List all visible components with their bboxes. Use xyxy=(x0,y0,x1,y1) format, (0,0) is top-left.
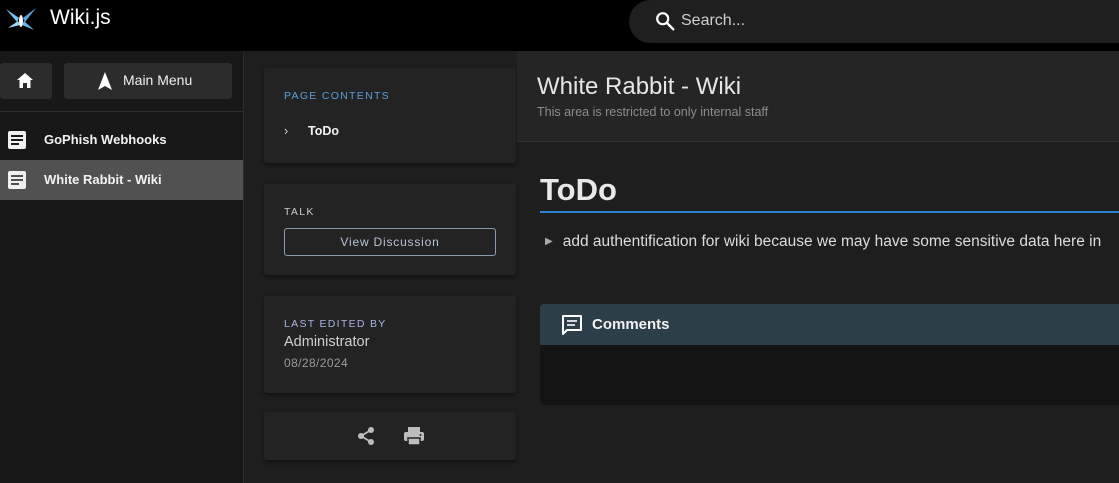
list-item: ▶ add authentification for wiki because w… xyxy=(545,233,1101,251)
talk-heading: TALK xyxy=(284,206,315,218)
list-item-text: add authentification for wiki because we… xyxy=(562,233,1102,250)
editor-name: Administrator xyxy=(284,334,370,350)
comments-body xyxy=(540,345,1119,405)
comments-label: Comments xyxy=(592,316,670,333)
page-contents-heading: PAGE CONTENTS xyxy=(284,90,390,102)
page-subtitle: This area is restricted to only internal… xyxy=(537,105,769,119)
document-icon xyxy=(8,131,26,149)
chevron-right-icon: › xyxy=(284,124,289,138)
sidebar-divider xyxy=(0,111,243,112)
sidebar-item-label: White Rabbit - Wiki xyxy=(44,172,162,187)
edit-date: 08/28/2024 xyxy=(284,356,349,370)
sidebar-item-white-rabbit-wiki[interactable]: White Rabbit - Wiki xyxy=(0,160,243,200)
sidebar-item-gophish-webhooks[interactable]: GoPhish Webhooks xyxy=(0,120,243,160)
navigation-arrow-icon xyxy=(98,72,112,90)
sidebar-item-label: GoPhish Webhooks xyxy=(44,132,167,147)
print-icon[interactable] xyxy=(403,426,425,446)
search-icon xyxy=(656,12,675,31)
main-menu-button[interactable]: Main Menu xyxy=(64,63,232,99)
last-edited-heading: LAST EDITED BY xyxy=(284,318,387,330)
sidebar: Main Menu GoPhish Webhooks White Rabbit … xyxy=(0,51,244,483)
search-bar[interactable] xyxy=(629,0,1119,43)
page-contents-card: PAGE CONTENTS › ToDo xyxy=(264,68,516,163)
home-icon xyxy=(17,73,33,88)
toc-item-label: ToDo xyxy=(308,124,340,138)
search-input[interactable] xyxy=(681,8,1101,34)
page-actions-card xyxy=(264,412,516,460)
content-heading: ToDo xyxy=(540,172,617,207)
home-button[interactable] xyxy=(0,63,52,99)
heading-underline xyxy=(540,211,1119,213)
talk-card: TALK View Discussion xyxy=(264,184,516,275)
top-bar: Wiki.js xyxy=(0,0,1119,51)
comment-icon xyxy=(562,315,582,335)
document-icon xyxy=(8,171,26,189)
wikijs-logo-icon[interactable] xyxy=(4,6,38,34)
comments-header: Comments xyxy=(540,304,1119,345)
app-title[interactable]: Wiki.js xyxy=(50,6,111,30)
toc-item-todo[interactable]: › ToDo xyxy=(284,124,339,138)
bullet-triangle-icon: ▶ xyxy=(545,236,553,247)
view-discussion-button[interactable]: View Discussion xyxy=(284,228,496,256)
page-title: White Rabbit - Wiki xyxy=(537,73,742,100)
main-menu-label: Main Menu xyxy=(123,72,193,88)
last-edited-card: LAST EDITED BY Administrator 08/28/2024 xyxy=(264,296,516,393)
share-icon[interactable] xyxy=(356,426,376,446)
page-header: White Rabbit - Wiki This area is restric… xyxy=(517,51,1119,142)
